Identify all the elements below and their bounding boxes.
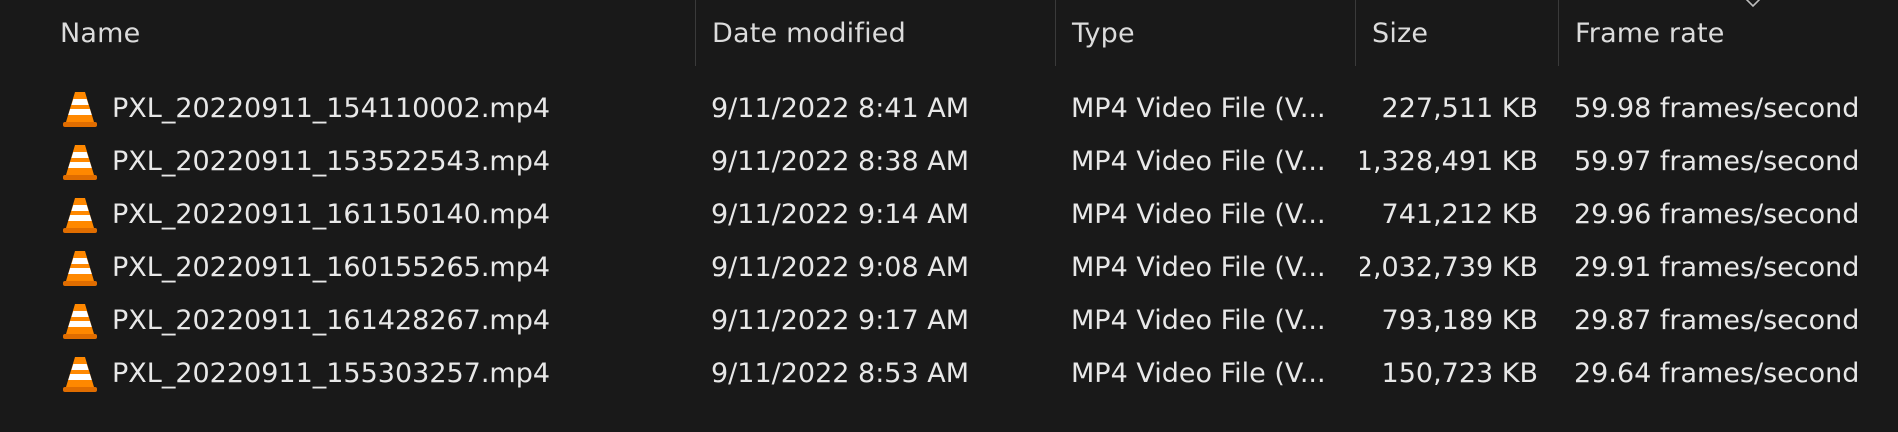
- file-date-modified: 9/11/2022 9:08 AM: [711, 252, 970, 283]
- file-name-cell: PXL_20220911_161150140.mp4: [60, 188, 690, 241]
- file-row[interactable]: PXL_20220911_155303257.mp4 9/11/2022 8:5…: [0, 347, 1898, 400]
- file-name: PXL_20220911_153522543.mp4: [112, 146, 551, 177]
- file-name-cell: PXL_20220911_153522543.mp4: [60, 135, 690, 188]
- file-type: MP4 Video File (V...: [1071, 93, 1326, 124]
- column-header-date-label: Date modified: [712, 17, 906, 49]
- file-type: MP4 Video File (V...: [1071, 305, 1326, 336]
- file-name: PXL_20220911_155303257.mp4: [112, 358, 551, 389]
- column-header-date-modified[interactable]: Date modified: [696, 0, 1055, 66]
- chevron-down-icon: [1745, 0, 1761, 8]
- column-header-frame-rate[interactable]: Frame rate: [1559, 0, 1898, 66]
- column-header-size[interactable]: Size: [1356, 0, 1558, 66]
- file-name: PXL_20220911_154110002.mp4: [112, 93, 551, 124]
- file-rows: PXL_20220911_154110002.mp4 9/11/2022 8:4…: [0, 82, 1898, 400]
- file-name: PXL_20220911_160155265.mp4: [112, 252, 551, 283]
- file-row[interactable]: PXL_20220911_154110002.mp4 9/11/2022 8:4…: [0, 82, 1898, 135]
- vlc-cone-icon: [63, 144, 97, 180]
- column-header-size-label: Size: [1372, 17, 1429, 49]
- vlc-cone-icon: [63, 356, 97, 392]
- file-frame-rate: 29.87 frames/second: [1574, 305, 1860, 336]
- file-type: MP4 Video File (V...: [1071, 146, 1326, 177]
- file-row[interactable]: PXL_20220911_161150140.mp4 9/11/2022 9:1…: [0, 188, 1898, 241]
- file-list-view: Name Date modified Type Size Frame rate: [0, 0, 1898, 432]
- column-header-name-label: Name: [60, 17, 141, 49]
- vlc-cone-icon: [63, 303, 97, 339]
- file-frame-rate: 29.91 frames/second: [1574, 252, 1860, 283]
- file-row[interactable]: PXL_20220911_160155265.mp4 9/11/2022 9:0…: [0, 241, 1898, 294]
- file-type: MP4 Video File (V...: [1071, 252, 1326, 283]
- file-size: 2,032,739 KB: [1360, 252, 1538, 283]
- column-header-type[interactable]: Type: [1056, 0, 1355, 66]
- file-date-modified: 9/11/2022 9:14 AM: [711, 199, 970, 230]
- file-name: PXL_20220911_161428267.mp4: [112, 305, 551, 336]
- file-date-modified: 9/11/2022 8:53 AM: [711, 358, 970, 389]
- file-frame-rate: 59.98 frames/second: [1574, 93, 1860, 124]
- file-date-modified: 9/11/2022 9:17 AM: [711, 305, 970, 336]
- file-type: MP4 Video File (V...: [1071, 358, 1326, 389]
- file-row[interactable]: PXL_20220911_153522543.mp4 9/11/2022 8:3…: [0, 135, 1898, 188]
- file-name-cell: PXL_20220911_161428267.mp4: [60, 294, 690, 347]
- file-name-cell: PXL_20220911_155303257.mp4: [60, 347, 690, 400]
- file-size: 1,328,491 KB: [1360, 146, 1538, 177]
- file-date-modified: 9/11/2022 8:41 AM: [711, 93, 970, 124]
- column-header-name[interactable]: Name: [44, 0, 695, 66]
- file-size: 227,511 KB: [1381, 93, 1538, 124]
- file-size: 150,723 KB: [1381, 358, 1538, 389]
- file-name: PXL_20220911_161150140.mp4: [112, 199, 551, 230]
- file-frame-rate: 59.97 frames/second: [1574, 146, 1860, 177]
- file-frame-rate: 29.64 frames/second: [1574, 358, 1860, 389]
- file-size: 741,212 KB: [1381, 199, 1538, 230]
- file-date-modified: 9/11/2022 8:38 AM: [711, 146, 970, 177]
- file-size: 793,189 KB: [1381, 305, 1538, 336]
- column-header-type-label: Type: [1072, 17, 1135, 49]
- vlc-cone-icon: [63, 91, 97, 127]
- column-header-frame-rate-label: Frame rate: [1575, 17, 1725, 49]
- vlc-cone-icon: [63, 197, 97, 233]
- file-row[interactable]: PXL_20220911_161428267.mp4 9/11/2022 9:1…: [0, 294, 1898, 347]
- file-name-cell: PXL_20220911_154110002.mp4: [60, 82, 690, 135]
- file-name-cell: PXL_20220911_160155265.mp4: [60, 241, 690, 294]
- vlc-cone-icon: [63, 250, 97, 286]
- file-type: MP4 Video File (V...: [1071, 199, 1326, 230]
- file-frame-rate: 29.96 frames/second: [1574, 199, 1860, 230]
- column-header-bar: Name Date modified Type Size Frame rate: [0, 0, 1898, 66]
